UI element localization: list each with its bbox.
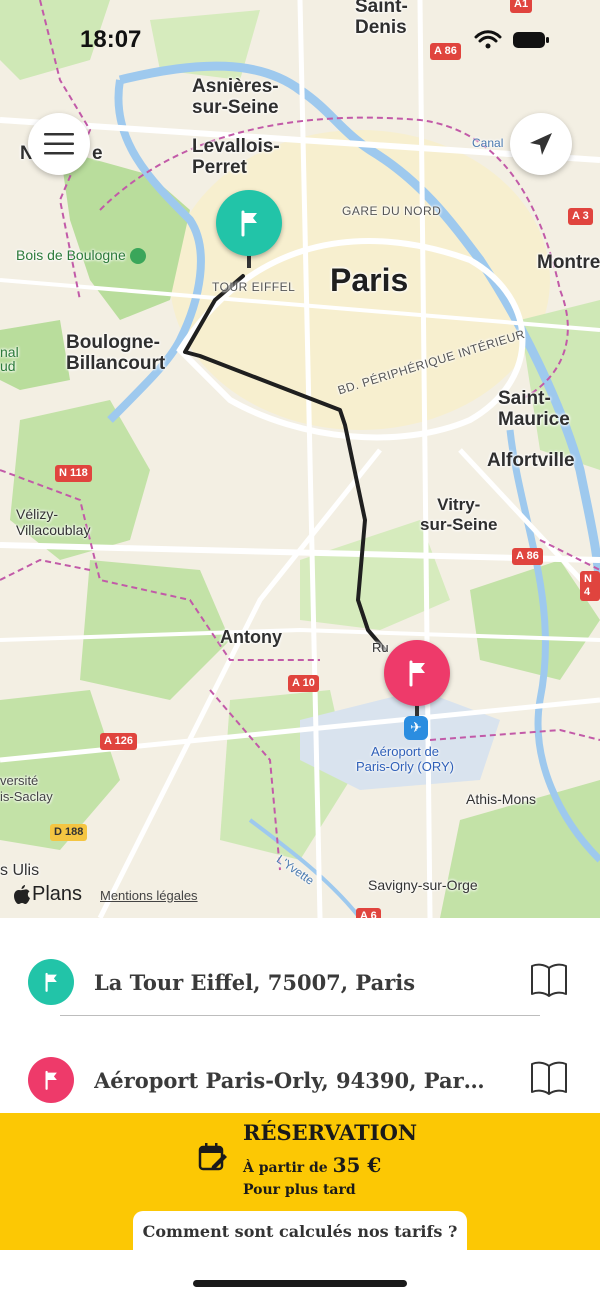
- pricing-info-button[interactable]: Comment sont calculés nos tarifs ?: [133, 1211, 467, 1251]
- road-badge-a86-right: A 86: [512, 548, 543, 565]
- end-location-pin[interactable]: [384, 640, 450, 706]
- map-label-saint-maurice: Saint- Maurice: [498, 388, 570, 430]
- book-icon: [531, 963, 567, 997]
- from-address-text: La Tour Eiffel, 75007, Paris: [94, 969, 416, 995]
- battery-icon: [513, 32, 549, 48]
- map-label-saint-denis: Saint- Denis: [355, 0, 408, 38]
- reservation-later: Pour plus tard: [243, 1182, 356, 1198]
- map-label-levallois: Levallois- Perret: [192, 136, 280, 178]
- flag-icon: [241, 210, 257, 237]
- map-label-gare-du-nord: GARE DU NORD: [342, 204, 442, 218]
- map-label-ulis: s Ulis: [0, 862, 40, 879]
- map-label-boulogne: Boulogne- Billancourt: [66, 332, 166, 374]
- road-badge-a86-top: A 86: [430, 43, 461, 60]
- airplane-icon: ✈: [404, 716, 428, 740]
- map-label-tour-eiffel: TOUR EIFFEL: [212, 280, 296, 294]
- status-time: 18:07: [80, 26, 142, 53]
- maps-brand: Plans: [14, 883, 82, 906]
- road-badge-n4: N 4: [580, 571, 600, 601]
- location-arrow-icon: [530, 133, 552, 155]
- price-value: 35 €: [332, 1153, 382, 1177]
- flag-icon: [45, 972, 57, 992]
- locate-me-button[interactable]: [510, 113, 572, 175]
- flag-icon: [45, 1070, 57, 1090]
- road-badge-a1: A1: [510, 0, 533, 13]
- hamburger-icon: [44, 133, 74, 155]
- map-label-alfortville: Alfortville: [487, 450, 575, 471]
- map-label-canal-top: Canal: [472, 136, 504, 150]
- to-address-book-button[interactable]: [530, 1060, 568, 1100]
- road-badge-a3: A 3: [568, 208, 593, 225]
- map-label-bois-de-boulogne: Bois de Boulogne: [16, 247, 146, 265]
- map-label-vitry: Vitry- sur-Seine: [420, 495, 498, 534]
- menu-button[interactable]: [28, 113, 90, 175]
- map-label-montreuil: Montre: [537, 252, 600, 273]
- map-label-rungis: Ru: [372, 640, 389, 655]
- status-icons: [474, 30, 550, 50]
- start-flag-badge: [28, 959, 74, 1005]
- end-flag-badge: [28, 1057, 74, 1103]
- road-badge-a126: A 126: [100, 733, 137, 750]
- map-label-universite: versité is-Saclay: [0, 773, 53, 804]
- calendar-edit-icon: [198, 1142, 228, 1176]
- map-label-velizy: Vélizy- Villacoublay: [16, 506, 91, 538]
- legal-mentions-link[interactable]: Mentions légales: [100, 888, 198, 903]
- home-indicator[interactable]: [193, 1280, 407, 1287]
- road-badge-d188: D 188: [50, 824, 88, 841]
- road-badge-a6: A 6: [356, 908, 381, 918]
- map-label-athis-mons: Athis-Mons: [466, 791, 537, 807]
- price-prefix: À partir de: [243, 1160, 333, 1176]
- map-label-antony: Antony: [220, 627, 282, 647]
- map-label-savigny: Savigny-sur-Orge: [368, 877, 478, 893]
- maps-brand-label: Plans: [32, 883, 83, 905]
- apple-logo-icon: [14, 884, 30, 904]
- road-badge-a10: A 10: [288, 675, 319, 692]
- reservation-title[interactable]: RÉSERVATION: [243, 1120, 417, 1145]
- flag-icon: [409, 660, 425, 687]
- wifi-icon: [474, 30, 502, 49]
- book-icon: [531, 1061, 567, 1095]
- from-address-book-button[interactable]: [530, 962, 568, 1002]
- map-label-canal-partial: nal ud: [0, 344, 19, 374]
- map-label-paris: Paris: [330, 262, 409, 298]
- reservation-price: À partir de 35 €: [243, 1153, 381, 1177]
- map-label-asnieres: Asnières- sur-Seine: [192, 76, 279, 118]
- map-view[interactable]: 18:07 Saint- Denis Asnières- sur-Seine L…: [0, 0, 600, 918]
- to-address-text: Aéroport Paris-Orly, 94390, Paray-...: [94, 1067, 494, 1093]
- road-badge-n118: N 118: [55, 465, 92, 482]
- start-location-pin[interactable]: [216, 190, 282, 256]
- map-label-airport: Aéroport de Paris-Orly (ORY): [356, 744, 454, 774]
- map-label-neuilly-right: e: [92, 143, 103, 164]
- start-pin-stem: [247, 254, 251, 268]
- address-divider: [60, 1015, 540, 1016]
